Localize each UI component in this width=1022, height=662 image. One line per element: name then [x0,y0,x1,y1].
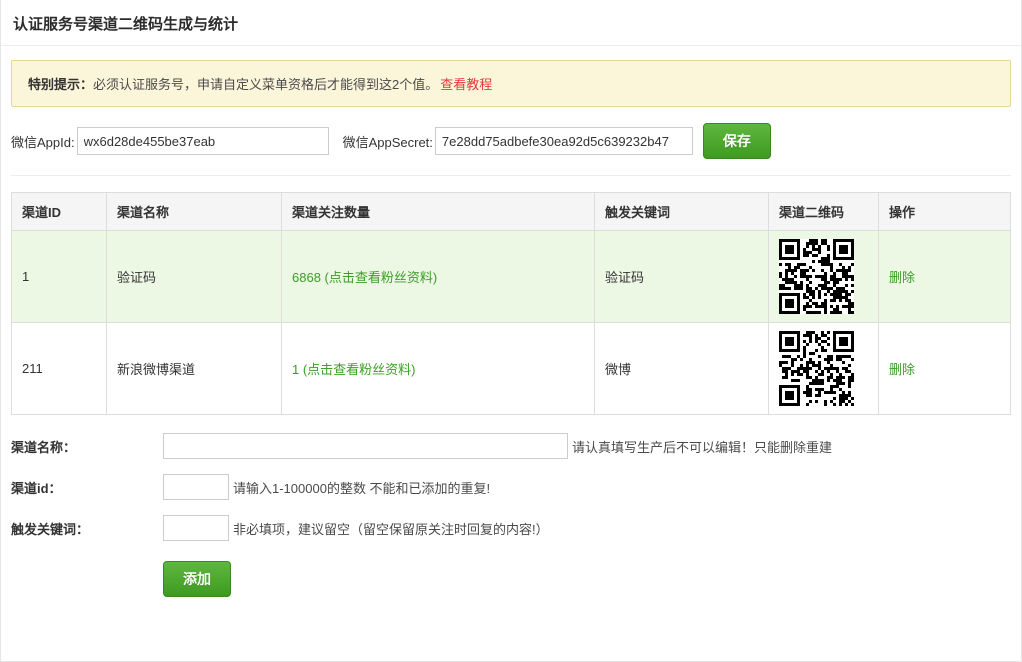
channel-id-row: 渠道id： 请输入1-100000的整数 不能和已添加的重复! [11,474,1011,500]
table-header-row: 渠道ID 渠道名称 渠道关注数量 触发关键词 渠道二维码 操作 [12,193,1011,231]
qr-code-image [779,331,854,406]
alert-bold-prefix: 特别提示： [28,77,93,92]
appid-label: 微信AppId: [11,132,75,151]
trigger-keyword-row: 触发关键词： 非必填项，建议留空（留空保留原关注时回复的内容!） [11,515,1011,541]
header-qr-code: 渠道二维码 [769,193,879,231]
fans-detail-link[interactable]: 6868 (点击查看粉丝资料) [292,270,437,285]
config-form: 微信AppId: 微信AppSecret: 保存 [11,123,1011,176]
table-row: 1 验证码 6868 (点击查看粉丝资料) 验证码 删除 [12,231,1011,323]
cell-trigger-keyword: 微博 [595,323,769,415]
trigger-keyword-hint: 非必填项，建议留空（留空保留原关注时回复的内容!） [233,519,549,538]
appsecret-input[interactable] [435,127,693,155]
cell-channel-id: 211 [12,323,107,415]
cell-channel-name: 新浪微博渠道 [107,323,282,415]
header-channel-id: 渠道ID [12,193,107,231]
channel-name-row: 渠道名称： 请认真填写生产后不可以编辑！只能删除重建 [11,433,1011,459]
page-title: 认证服务号渠道二维码生成与统计 [1,0,1021,46]
fans-detail-link[interactable]: 1 (点击查看粉丝资料) [292,362,416,377]
alert-text: 必须认证服务号，申请自定义菜单资格后才能得到这2个值。 [93,77,438,92]
header-trigger-keyword: 触发关键词 [595,193,769,231]
delete-link[interactable]: 删除 [889,270,915,285]
delete-link[interactable]: 删除 [889,362,915,377]
cell-channel-id: 1 [12,231,107,323]
channel-id-label: 渠道id： [11,478,163,497]
header-channel-name: 渠道名称 [107,193,282,231]
alert-box: 特别提示：必须认证服务号，申请自定义菜单资格后才能得到这2个值。查看教程 [11,60,1011,107]
add-channel-form: 渠道名称： 请认真填写生产后不可以编辑！只能删除重建 渠道id： 请输入1-10… [11,433,1011,597]
save-button[interactable]: 保存 [703,123,771,159]
appid-input[interactable] [77,127,329,155]
header-action: 操作 [879,193,1011,231]
cell-trigger-keyword: 验证码 [595,231,769,323]
tutorial-link[interactable]: 查看教程 [440,77,492,92]
channel-name-label: 渠道名称： [11,437,163,456]
cell-channel-name: 验证码 [107,231,282,323]
trigger-keyword-input[interactable] [163,515,229,541]
header-follow-count: 渠道关注数量 [282,193,595,231]
qr-code-image [779,239,854,314]
channel-table: 渠道ID 渠道名称 渠道关注数量 触发关键词 渠道二维码 操作 1 验证码 68… [11,192,1011,415]
channel-name-hint: 请认真填写生产后不可以编辑！只能删除重建 [572,437,832,456]
table-row: 211 新浪微博渠道 1 (点击查看粉丝资料) 微博 删除 [12,323,1011,415]
trigger-keyword-label: 触发关键词： [11,519,163,538]
add-button[interactable]: 添加 [163,561,231,597]
channel-id-input[interactable] [163,474,229,500]
channel-id-hint: 请输入1-100000的整数 不能和已添加的重复! [233,478,490,497]
appsecret-label: 微信AppSecret: [343,132,433,151]
page-container: 认证服务号渠道二维码生成与统计 特别提示：必须认证服务号，申请自定义菜单资格后才… [0,0,1022,662]
add-button-row: 添加 [11,561,1011,597]
channel-name-input[interactable] [163,433,568,459]
